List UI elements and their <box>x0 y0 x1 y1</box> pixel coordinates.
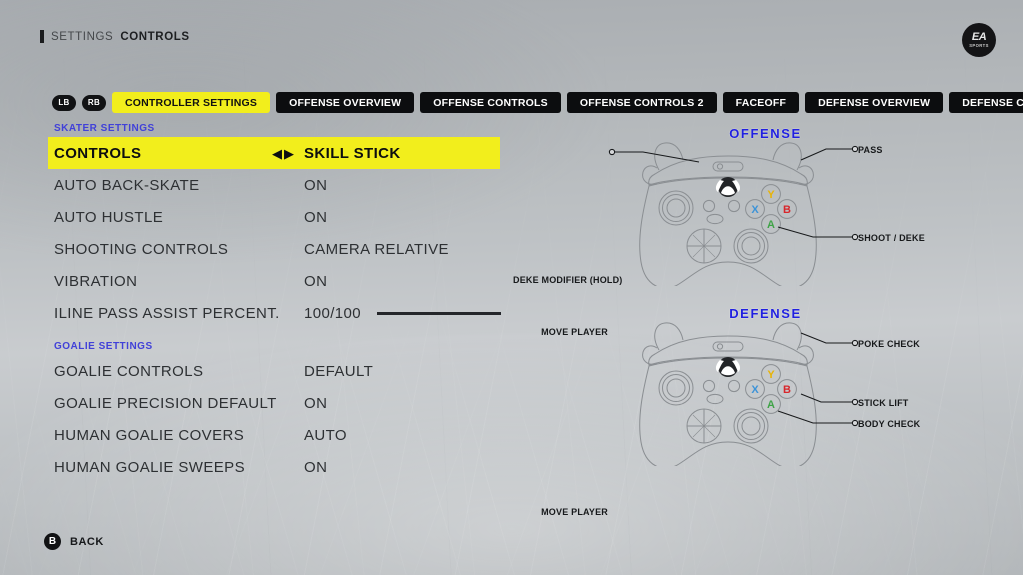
setting-value: AUTO <box>304 427 347 444</box>
setting-value: ON <box>304 459 327 476</box>
setting-row[interactable]: ILINE PASS ASSIST PERCENT. 100/100 <box>48 297 502 329</box>
tab-offense-controls-2[interactable]: OFFENSE CONTROLS 2 <box>566 92 717 113</box>
setting-value-text: ON <box>304 458 328 476</box>
ea-logo-primary-text: EA <box>971 30 987 43</box>
tab-faceoff[interactable]: FACEOFF <box>722 92 800 113</box>
offense-controller-diagram: OFFENSE DEKE MODIFIER (HOLD) MOVE PLAYER… <box>513 126 1018 337</box>
setting-value-text: CAMERA RELATIVE <box>304 240 449 258</box>
setting-value: CAMERA RELATIVE <box>304 241 449 258</box>
setting-value-text: DEFAULT <box>304 362 374 380</box>
setting-value: DEFAULT <box>304 363 373 380</box>
setting-value: SKILL STICK <box>304 145 401 162</box>
setting-label: HUMAN GOALIE SWEEPS <box>54 458 245 476</box>
setting-label: CONTROLS <box>54 144 142 162</box>
breadcrumb-parent: SETTINGS <box>51 30 114 43</box>
setting-label: SHOOTING CONTROLS <box>54 240 229 258</box>
value-stepper-arrows[interactable]: ◀ ▶ <box>272 147 294 160</box>
settings-list: SKATER SETTINGS CONTROLS ◀ ▶ SKILL STICK AUT… <box>48 121 502 483</box>
tab-offense-overview[interactable]: OFFENSE OVERVIEW <box>276 92 415 113</box>
setting-row[interactable]: AUTO HUSTLE ON <box>48 201 500 233</box>
defense-controller-diagram: DEFENSE MOVE PLAYER POKE CHECK STICK LIF… <box>513 306 1018 517</box>
setting-row[interactable]: AUTO BACK-SKATE ON <box>48 169 500 201</box>
setting-value-text: 100/100 <box>304 304 362 322</box>
breadcrumb: SETTINGS CONTROLS <box>40 30 190 43</box>
svg-text:Y: Y <box>767 369 775 381</box>
arrow-left-icon[interactable]: ◀ <box>272 147 282 160</box>
arrow-right-icon[interactable]: ▶ <box>284 147 294 160</box>
breadcrumb-current: CONTROLS <box>120 30 190 43</box>
ea-logo-secondary-text: SPORTS <box>969 42 989 48</box>
setting-label: GOALIE CONTROLS <box>54 362 204 380</box>
setting-value-text: AUTO <box>304 426 347 444</box>
section-header-goalie: GOALIE SETTINGS <box>54 341 153 352</box>
setting-value: ON <box>304 273 327 290</box>
svg-text:X: X <box>751 384 759 396</box>
setting-value: ON <box>304 177 327 194</box>
breadcrumb-marker-icon <box>40 30 44 43</box>
setting-value: ON <box>304 209 327 226</box>
tab-defense-controls[interactable]: DEFENSE CONTROLS <box>949 92 1023 113</box>
setting-row[interactable]: CONTROLS ◀ ▶ SKILL STICK <box>48 137 500 169</box>
bumper-lb-icon[interactable]: LB <box>52 94 76 111</box>
bumper-rb-icon[interactable]: RB <box>82 94 106 111</box>
setting-label: HUMAN GOALIE COVERS <box>54 426 245 444</box>
setting-row[interactable]: SHOOTING CONTROLS CAMERA RELATIVE <box>48 233 500 265</box>
setting-value: ON <box>304 395 327 412</box>
setting-label: GOALIE PRECISION DEFAULT <box>54 394 277 412</box>
setting-row[interactable]: GOALIE CONTROLS DEFAULT <box>48 355 500 387</box>
setting-row[interactable]: VIBRATION ON <box>48 265 500 297</box>
setting-slider[interactable] <box>377 311 502 315</box>
defense-controller-graphic: Y B X A <box>639 322 859 466</box>
offense-controller-graphic: Y B X A <box>608 142 859 286</box>
button-b-icon[interactable]: B <box>44 533 61 550</box>
footer-hints: B BACK <box>44 533 104 550</box>
svg-text:B: B <box>783 204 791 216</box>
svg-text:Y: Y <box>767 189 775 201</box>
setting-label: ILINE PASS ASSIST PERCENT. <box>54 304 280 322</box>
setting-label: VIBRATION <box>54 272 138 290</box>
setting-value-text: SKILL STICK <box>304 144 401 162</box>
svg-text:A: A <box>767 219 775 231</box>
svg-text:B: B <box>783 384 791 396</box>
setting-value-text: ON <box>304 272 328 290</box>
tab-bar: LB RB CONTROLLER SETTINGS OFFENSE OVERVIE… <box>52 92 1023 113</box>
setting-row[interactable]: HUMAN GOALIE COVERS AUTO <box>48 419 500 451</box>
setting-value-text: ON <box>304 208 328 226</box>
svg-text:A: A <box>767 399 775 411</box>
tab-controller-settings[interactable]: CONTROLLER SETTINGS <box>112 92 271 113</box>
setting-value-text: ON <box>304 394 328 412</box>
setting-row[interactable]: HUMAN GOALIE SWEEPS ON <box>48 451 500 483</box>
section-header-skater: SKATER SETTINGS <box>54 123 155 134</box>
defense-label-move-player: MOVE PLAYER <box>541 507 608 517</box>
tab-offense-controls[interactable]: OFFENSE CONTROLS <box>420 92 561 113</box>
ea-sports-logo-icon: EA SPORTS <box>962 23 996 57</box>
back-action-label[interactable]: BACK <box>70 536 104 548</box>
setting-label: AUTO HUSTLE <box>54 208 164 226</box>
setting-row[interactable]: GOALIE PRECISION DEFAULT ON <box>48 387 500 419</box>
setting-value: 100/100 <box>304 304 502 322</box>
tab-defense-overview[interactable]: DEFENSE OVERVIEW <box>805 92 944 113</box>
svg-text:X: X <box>751 204 759 216</box>
setting-label: AUTO BACK-SKATE <box>54 176 200 194</box>
setting-value-text: ON <box>304 176 328 194</box>
